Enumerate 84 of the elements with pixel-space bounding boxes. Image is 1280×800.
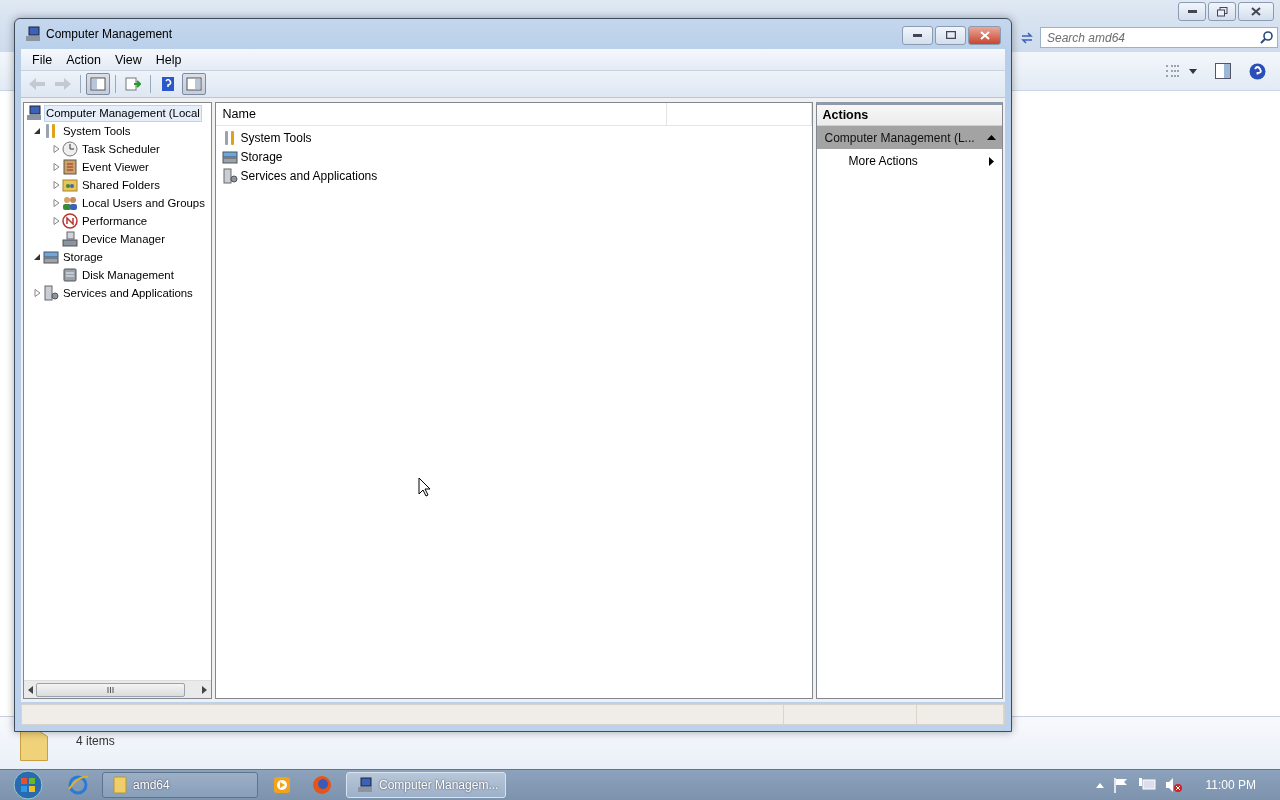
- folder-icon: [20, 731, 48, 761]
- clock-icon: [62, 141, 78, 157]
- services-icon: [43, 285, 59, 301]
- action-pane-button[interactable]: [182, 73, 206, 95]
- tree-item[interactable]: Performance: [80, 212, 150, 230]
- tree-item[interactable]: Event Viewer: [80, 158, 151, 176]
- tree-item[interactable]: Computer Management (Local: [44, 104, 202, 122]
- expand-arrow-icon[interactable]: [52, 145, 60, 153]
- search-input[interactable]: Search amd64: [1045, 29, 1260, 46]
- column-header[interactable]: Name: [216, 103, 668, 125]
- tree-item[interactable]: Local Users and Groups: [80, 194, 207, 212]
- action-group[interactable]: Computer Management (L...: [817, 126, 1002, 149]
- users-icon: [62, 195, 78, 211]
- media-player-icon: [272, 775, 292, 795]
- preview-pane-icon[interactable]: [1215, 63, 1231, 79]
- view-options-icon[interactable]: [1165, 64, 1197, 78]
- submenu-arrow-icon: [989, 156, 994, 166]
- forward-arrow-icon: [54, 77, 72, 91]
- close-icon: [1251, 7, 1261, 16]
- tree-item[interactable]: Device Manager: [80, 230, 167, 248]
- scroll-right-icon: [202, 685, 208, 694]
- tree-pane-button[interactable]: [86, 73, 110, 95]
- action-pane-icon: [186, 77, 202, 91]
- minimize-icon: [913, 33, 922, 37]
- expand-arrow-icon[interactable]: [52, 217, 60, 225]
- tree-item[interactable]: Storage: [61, 248, 105, 266]
- search-field[interactable]: Search amd64: [1040, 27, 1278, 48]
- back-arrow-icon: [28, 77, 46, 91]
- item-count: 4 items: [76, 734, 115, 748]
- collapse-arrow-icon: [987, 135, 996, 140]
- show-hidden-icons[interactable]: [1095, 782, 1104, 788]
- expand-arrow-icon[interactable]: [52, 199, 60, 207]
- performance-icon: [62, 213, 78, 229]
- window-title: Computer Management: [46, 27, 174, 41]
- menu-item[interactable]: Help: [148, 50, 189, 69]
- action-item[interactable]: More Actions: [817, 149, 1002, 173]
- tree-item[interactable]: Disk Management: [80, 266, 176, 284]
- close-button[interactable]: [1238, 2, 1274, 21]
- storage-icon: [222, 148, 239, 165]
- maximize-button[interactable]: [935, 25, 966, 45]
- actions-title: Actions: [817, 105, 1002, 126]
- horizontal-scrollbar[interactable]: [24, 680, 212, 698]
- menu-item[interactable]: Action: [59, 50, 108, 69]
- tree-item[interactable]: System Tools: [61, 122, 133, 140]
- collapse-arrow-icon[interactable]: [33, 127, 41, 135]
- grip-icon: [107, 686, 115, 693]
- expand-arrow-icon[interactable]: [52, 181, 60, 189]
- search-icon: [1260, 31, 1273, 44]
- expand-arrow-icon[interactable]: [33, 289, 41, 297]
- list-item[interactable]: Storage: [240, 149, 283, 164]
- list-item[interactable]: System Tools: [240, 130, 312, 145]
- browser-icon: [67, 774, 89, 796]
- restore-icon: [1216, 6, 1228, 17]
- storage-icon: [43, 249, 59, 265]
- minimize-button[interactable]: [1178, 2, 1206, 21]
- minimize-icon: [1187, 10, 1197, 13]
- log-icon: [62, 159, 78, 175]
- services-icon: [222, 167, 239, 184]
- close-button[interactable]: [968, 25, 1001, 45]
- computer-icon: [26, 105, 42, 121]
- minimize-button[interactable]: [902, 25, 933, 45]
- menu-item[interactable]: View: [107, 50, 149, 69]
- computer-icon: [25, 26, 41, 42]
- computer-icon: [357, 777, 373, 793]
- network-icon[interactable]: [1137, 777, 1156, 793]
- device-manager-icon: [62, 231, 78, 247]
- collapse-arrow-icon[interactable]: [33, 253, 41, 261]
- flag-icon[interactable]: [1112, 777, 1129, 793]
- export-list-icon: [125, 77, 141, 91]
- maximize-icon: [945, 31, 956, 39]
- list-item[interactable]: Services and Applications: [240, 168, 378, 183]
- shared-folder-icon: [62, 177, 78, 193]
- tree-item[interactable]: Task Scheduler: [80, 140, 162, 158]
- cursor-icon: [418, 477, 431, 497]
- tree-item[interactable]: Services and Applications: [61, 284, 195, 302]
- restore-button[interactable]: [1208, 2, 1236, 21]
- tree-item[interactable]: Shared Folders: [80, 176, 162, 194]
- menu-item[interactable]: File: [25, 50, 60, 69]
- speaker-muted-icon[interactable]: [1164, 777, 1183, 793]
- expand-arrow-icon[interactable]: [52, 163, 60, 171]
- console-tree-icon: [90, 77, 106, 91]
- close-icon: [979, 30, 990, 40]
- scroll-left-icon: [28, 685, 33, 694]
- folder-icon: [113, 776, 127, 794]
